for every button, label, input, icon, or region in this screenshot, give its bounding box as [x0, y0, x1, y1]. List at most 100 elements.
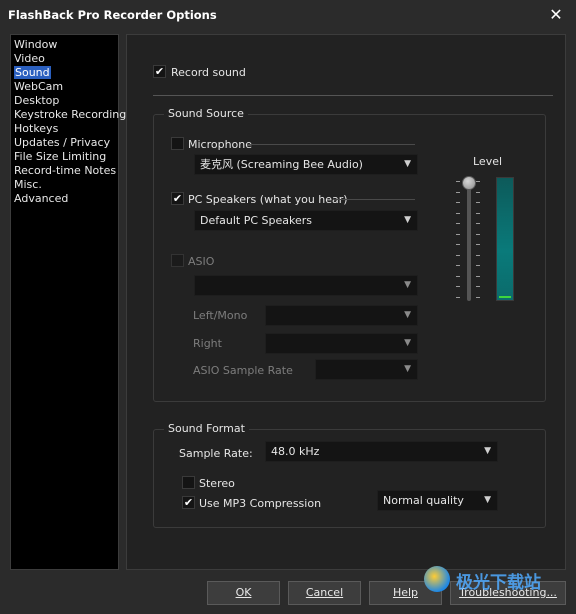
slider-tick — [476, 244, 480, 245]
nav-item-keystroke-recording[interactable]: Keystroke Recording — [11, 108, 126, 122]
options-category-list[interactable]: Window Video Sound WebCam Desktop Keystroke R… — [10, 34, 126, 570]
nav-item-label: Video — [14, 52, 45, 65]
nav-item-updates-privacy[interactable]: Updates / Privacy — [11, 136, 118, 150]
slider-tick — [476, 181, 480, 182]
slider-tick — [476, 223, 480, 224]
slider-tick — [476, 296, 480, 298]
title-bar: FlashBack Pro Recorder Options ✕ — [0, 0, 576, 30]
ok-button[interactable]: OK — [207, 581, 280, 605]
nav-item-label: Updates / Privacy — [14, 136, 111, 149]
close-icon[interactable]: ✕ — [546, 5, 566, 25]
nav-item-label: WebCam — [14, 80, 64, 93]
sound-format-title: Sound Format — [164, 422, 249, 435]
slider-tick — [456, 254, 460, 256]
nav-item-label: Sound — [14, 66, 51, 79]
check-icon: ✔ — [183, 496, 194, 509]
nav-item-misc[interactable]: Misc. — [11, 178, 118, 192]
slider-tick — [476, 191, 480, 193]
left-mono-select[interactable]: ▼ — [265, 305, 418, 326]
asio-checkbox[interactable] — [171, 254, 184, 267]
chevron-down-icon: ▼ — [404, 364, 411, 374]
nav-item-label: Misc. — [14, 178, 42, 191]
nav-item-advanced[interactable]: Advanced — [11, 192, 118, 206]
nav-item-sound[interactable]: Sound — [11, 66, 118, 80]
pc-speakers-device-select[interactable]: Default PC Speakers ▼ — [194, 210, 418, 231]
stereo-checkbox[interactable] — [182, 476, 195, 489]
sound-options-panel: ✔ Record sound Sound Source Microphone 麦… — [126, 34, 566, 570]
window-title: FlashBack Pro Recorder Options — [8, 8, 217, 22]
slider-tick — [456, 296, 460, 298]
record-sound-label: Record sound — [171, 66, 246, 79]
microphone-label: Microphone — [188, 138, 253, 151]
slider-tick — [476, 265, 480, 266]
stereo-label: Stereo — [199, 477, 235, 490]
nav-item-label: Keystroke Recording — [14, 108, 127, 121]
chevron-down-icon: ▼ — [404, 159, 411, 169]
nav-item-record-time-notes[interactable]: Record-time Notes — [11, 164, 118, 178]
watermark-logo-icon — [424, 566, 450, 592]
right-channel-select[interactable]: ▼ — [265, 333, 418, 354]
slider-tick — [476, 212, 480, 214]
slider-tick — [456, 191, 460, 193]
slider-tick — [476, 286, 480, 287]
nav-item-window[interactable]: Window — [11, 38, 118, 52]
sound-source-title: Sound Source — [164, 107, 248, 120]
left-mono-label: Left/Mono — [193, 309, 248, 322]
mp3-compression-checkbox[interactable]: ✔ — [182, 496, 195, 509]
asio-label: ASIO — [188, 255, 215, 268]
nav-item-webcam[interactable]: WebCam — [11, 80, 118, 94]
microphone-device-select[interactable]: 麦克风 (Screaming Bee Audio) ▼ — [194, 154, 418, 175]
level-slider-track[interactable] — [467, 177, 471, 301]
mp3-quality-value: Normal quality — [383, 494, 464, 507]
check-icon: ✔ — [172, 192, 183, 205]
slider-tick — [476, 202, 480, 203]
check-icon: ✔ — [154, 65, 165, 78]
slider-tick — [456, 265, 460, 266]
level-meter-fill — [499, 295, 511, 298]
nav-item-label: Record-time Notes — [14, 164, 117, 177]
asio-sample-rate-label: ASIO Sample Rate — [193, 364, 293, 377]
nav-item-label: Desktop — [14, 94, 60, 107]
asio-device-select[interactable]: ▼ — [194, 275, 418, 296]
nav-item-label: File Size Limiting — [14, 150, 107, 163]
watermark-text: 极光下载站 — [456, 573, 541, 593]
chevron-down-icon: ▼ — [404, 215, 411, 225]
chevron-down-icon: ▼ — [484, 446, 491, 456]
slider-tick — [456, 244, 460, 245]
chevron-down-icon: ▼ — [404, 280, 411, 290]
ok-button-label: OK — [235, 586, 252, 599]
cancel-button-label: Cancel — [305, 586, 344, 599]
cancel-button[interactable]: Cancel — [288, 581, 361, 605]
level-meter — [496, 177, 514, 301]
pc-speakers-device-value: Default PC Speakers — [200, 214, 312, 227]
microphone-checkbox[interactable] — [171, 137, 184, 150]
nav-item-label: Hotkeys — [14, 122, 59, 135]
divider — [247, 144, 415, 145]
chevron-down-icon: ▼ — [404, 310, 411, 320]
sample-rate-select[interactable]: 48.0 kHz ▼ — [265, 441, 498, 462]
slider-tick — [476, 275, 480, 277]
pc-speakers-label: PC Speakers (what you hear) — [188, 193, 348, 206]
slider-tick — [456, 223, 460, 224]
divider — [334, 199, 415, 200]
divider — [153, 95, 553, 96]
slider-tick — [456, 202, 460, 203]
chevron-down-icon: ▼ — [484, 495, 491, 505]
sample-rate-label: Sample Rate: — [179, 447, 253, 460]
mp3-quality-select[interactable]: Normal quality ▼ — [377, 490, 498, 511]
microphone-device-value: 麦克风 (Screaming Bee Audio) — [200, 158, 363, 171]
record-sound-checkbox[interactable]: ✔ — [153, 65, 166, 78]
nav-item-file-size-limiting[interactable]: File Size Limiting — [11, 150, 118, 164]
pc-speakers-checkbox[interactable]: ✔ — [171, 192, 184, 205]
asio-sample-rate-select[interactable]: ▼ — [315, 359, 418, 380]
mp3-compression-label: Use MP3 Compression — [199, 497, 322, 510]
slider-tick — [456, 275, 460, 277]
level-slider-thumb[interactable] — [462, 176, 476, 190]
nav-item-label: Advanced — [14, 192, 69, 205]
slider-tick — [456, 212, 460, 214]
nav-item-video[interactable]: Video — [11, 52, 118, 66]
slider-tick — [476, 233, 480, 235]
slider-tick — [456, 233, 460, 235]
nav-item-desktop[interactable]: Desktop — [11, 94, 118, 108]
nav-item-hotkeys[interactable]: Hotkeys — [11, 122, 118, 136]
